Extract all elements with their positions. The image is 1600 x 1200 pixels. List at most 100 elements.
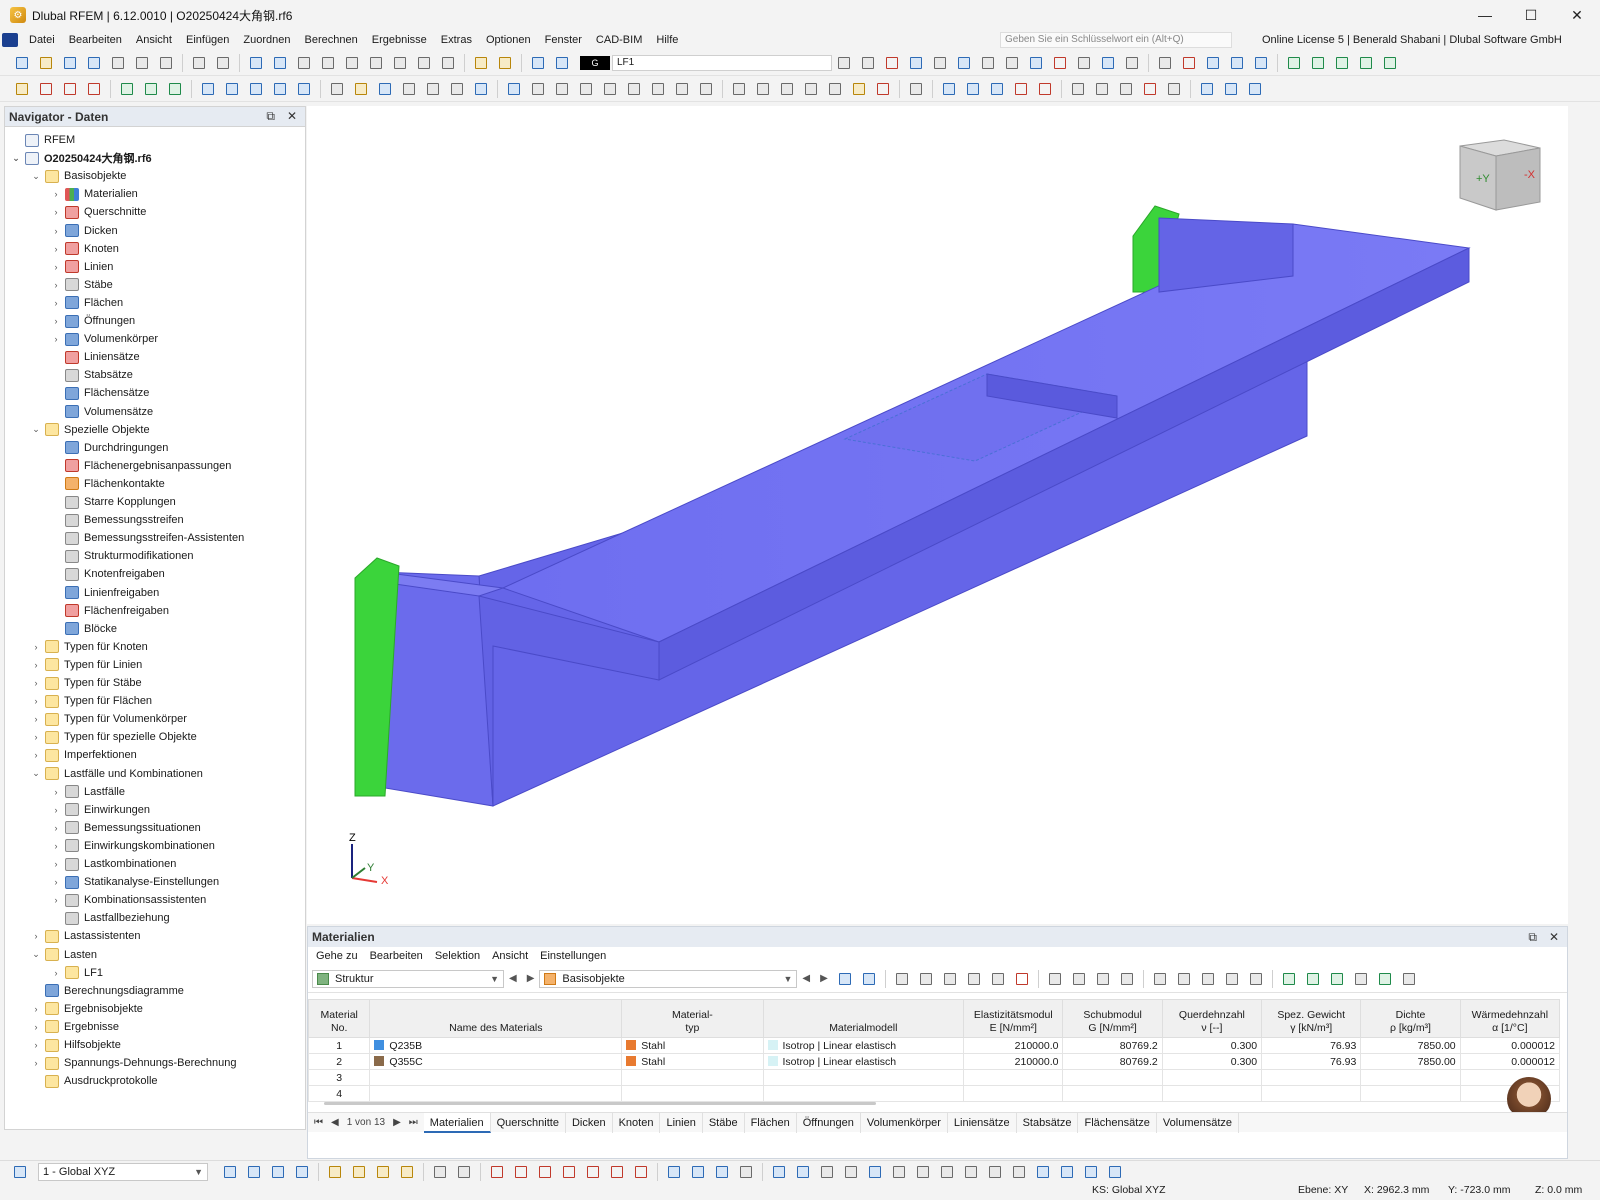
table-row[interactable]: 4 [307,1085,1561,1102]
tree-item[interactable]: › Typen für Linien [31,656,142,674]
slash-snap-icon[interactable] [890,1163,908,1181]
clipping-icon[interactable] [424,80,442,98]
loadcase-selector[interactable]: G LF1 [580,54,832,71]
prev-category-icon[interactable]: ◀ [509,973,517,984]
cell-rho[interactable]: 7850.00 [1360,1053,1461,1070]
collapsed-chevron-icon[interactable]: › [31,696,41,706]
report-icon[interactable] [157,54,175,72]
nodal-support-icon[interactable] [328,80,346,98]
tree-item[interactable]: › Stäbe [51,276,113,294]
tree-item[interactable]: › Ergebnisse [31,1018,119,1036]
decimals-icon[interactable] [1376,970,1394,988]
osnap-icon[interactable] [770,1163,788,1181]
delete-icon[interactable] [1141,80,1159,98]
block-display-icon[interactable] [1027,54,1045,72]
grid-toggle-3-icon[interactable] [713,1163,731,1181]
copy-icon[interactable] [754,80,772,98]
print-icon[interactable] [133,54,151,72]
snap-surfaces-icon[interactable] [293,1163,311,1181]
table-tab[interactable]: Flächensätze [1078,1112,1157,1133]
array-icon[interactable] [577,80,595,98]
release-icon[interactable] [1099,54,1117,72]
tree-item[interactable]: › LF1 [51,964,103,982]
import-icon[interactable] [1046,970,1064,988]
support-display-icon[interactable] [955,54,973,72]
cell-e[interactable]: 210000.0 [963,1037,1064,1054]
close-panel-icon[interactable]: ✕ [287,109,297,124]
collapsed-chevron-icon[interactable]: › [51,244,61,254]
structure-select[interactable]: Struktur ▼ [312,969,504,988]
tangent-snap-icon[interactable] [1010,1163,1028,1181]
tree-item[interactable]: Flächensätze [51,384,149,402]
load-wizard-icon[interactable] [472,54,490,72]
table-toggle-icon[interactable] [271,54,289,72]
solid-display-icon[interactable] [1204,54,1222,72]
chain-icon[interactable] [1069,80,1087,98]
stack-icon[interactable] [1198,80,1216,98]
tree-item[interactable]: › Linien [51,258,113,276]
column-header[interactable]: Spez. Gewicht γ [kN/m³] [1261,999,1362,1038]
save-icon[interactable] [109,54,127,72]
tree-item[interactable]: › Einwirkungen [51,801,150,819]
cell-model[interactable]: Isotrop | Linear elastisch [762,1037,965,1054]
collapsed-chevron-icon[interactable]: › [31,714,41,724]
collapsed-chevron-icon[interactable]: › [31,1022,41,1032]
table-tab[interactable]: Flächen [745,1112,797,1133]
tree-item[interactable]: › Lastassistenten [31,927,140,945]
cell-model[interactable] [762,1085,965,1102]
device-icon[interactable] [415,54,433,72]
collapsed-chevron-icon[interactable]: › [31,660,41,670]
tree-item[interactable]: › Typen für Volumenkörper [31,710,187,728]
formula-edit-icon[interactable] [1223,970,1241,988]
tree-item[interactable]: Flächenergebnisanpassungen [51,457,231,475]
surface-tool-icon[interactable] [199,80,217,98]
draw-curve-icon[interactable] [536,1163,554,1181]
redo-icon[interactable] [214,54,232,72]
prev-table-icon[interactable]: ◀ [802,973,810,984]
tree-item[interactable]: RFEM [11,131,75,149]
expanded-chevron-icon[interactable]: ⌄ [31,424,41,435]
table-tab[interactable]: Dicken [566,1112,613,1133]
angle-icon[interactable] [737,1163,755,1181]
rename-icon[interactable] [1175,970,1193,988]
magnet-icon[interactable] [794,1163,812,1181]
menu-zuordnen[interactable]: Zuordnen [236,30,297,50]
tree-item[interactable]: › Kombinationsassistenten [51,891,206,909]
menu-cad-bim[interactable]: CAD-BIM [589,30,649,50]
corner-snap-icon[interactable] [866,1163,884,1181]
collapsed-chevron-icon[interactable]: › [51,841,61,851]
tree-item[interactable]: Bemessungsstreifen [51,511,184,529]
cell-name[interactable]: Q235B [369,1037,623,1054]
cell-e[interactable]: 210000.0 [963,1053,1064,1070]
excel-export-icon[interactable] [1304,970,1322,988]
cell-no[interactable]: 3 [307,1069,371,1086]
close-table-icon[interactable]: ✕ [1549,930,1559,945]
snap-grid-icon[interactable] [221,1163,239,1181]
delete-row-icon[interactable] [965,970,983,988]
column-header[interactable]: Material No. [307,999,371,1038]
collapsed-chevron-icon[interactable]: › [31,931,41,941]
draw-line-icon[interactable] [488,1163,506,1181]
formula-icon[interactable] [1199,970,1217,988]
tree-item[interactable]: › Volumenkörper [51,330,158,348]
cell-g[interactable]: 80769.2 [1062,1053,1163,1070]
opening-tool-icon[interactable] [295,80,313,98]
cell-gamma[interactable] [1261,1069,1362,1086]
cell-model[interactable]: Isotrop | Linear elastisch [762,1053,965,1070]
copy-row-icon[interactable] [941,970,959,988]
table-tab[interactable]: Knoten [613,1112,661,1133]
tree-item[interactable]: › Lastkombinationen [51,855,176,873]
grid-view-2-icon[interactable] [1058,1163,1076,1181]
menu-optionen[interactable]: Optionen [479,30,538,50]
cell-no[interactable]: 2 [307,1053,371,1070]
cross-display-icon[interactable] [1180,54,1198,72]
cloud-icon[interactable] [61,54,79,72]
collapsed-chevron-icon[interactable]: › [51,334,61,344]
collapsed-chevron-icon[interactable]: › [51,207,61,217]
cell-nu[interactable]: 0.300 [1161,1053,1263,1070]
column-header[interactable]: Querdehnzahl ν [--] [1161,999,1263,1038]
tree-item[interactable]: › Dicken [51,222,118,240]
clear-row-icon[interactable] [989,970,1007,988]
cell-type[interactable]: Stahl [621,1053,764,1070]
table-row[interactable]: 2 Q355C Stahl Isotrop | Linear elastisch 210… [307,1053,1561,1070]
